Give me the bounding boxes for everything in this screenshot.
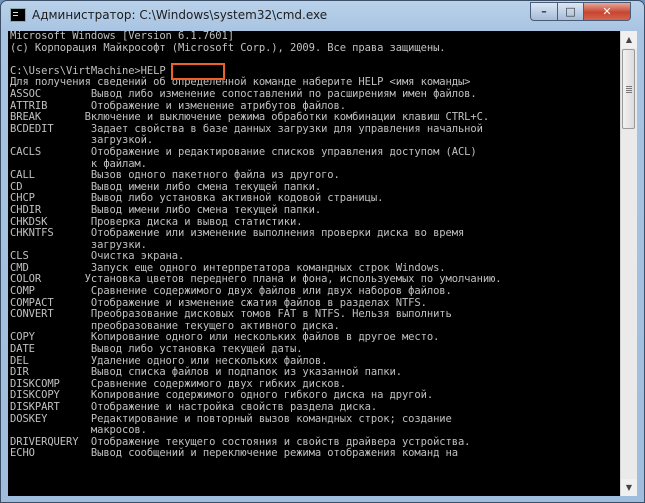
console-line: DISKPART Отображение и настройка свойств… [10,401,378,413]
scrollbar-thumb[interactable] [622,49,635,129]
console-line: CALL Вызов одного пакетного файла из дру… [10,169,340,182]
console-output[interactable]: Microsoft Windows [Version 6.1.7601] (c) … [8,31,620,496]
console-line: CHKNTFS Отображение или изменение выполн… [10,227,465,240]
help-command-highlight [171,63,225,80]
console-line: COMP Сравнение содержимого двух файлов и… [10,285,452,298]
console-line: ECHO Вывод сообщений и переключение режи… [10,447,458,460]
scroll-up-arrow-icon[interactable]: ▲ [621,31,637,48]
minimize-button[interactable]: – [530,2,558,21]
cmd-window: Администратор: C:\Windows\system32\cmd.e… [0,0,645,503]
console-line: CACLS Отображение и редактирование списк… [10,145,477,158]
cmd-app-icon[interactable] [10,8,26,22]
close-button[interactable]: ✕ [583,2,631,21]
console-line: CHDIR Вывод имени либо смена текущей пап… [10,203,322,216]
console-line: DATE Вывод либо установка текущей даты. [10,343,303,356]
console-line: BREAK Включение и выключение режима обра… [10,111,490,124]
console-line: Microsoft Windows [Version 6.1.7601] [10,31,234,42]
title-bar[interactable]: Администратор: C:\Windows\system32\cmd.e… [1,1,644,31]
console-lines: Microsoft Windows [Version 6.1.7601] (c) … [10,31,502,460]
console-line: ASSOC Вывод либо изменение сопоставлений… [10,87,477,100]
scroll-down-arrow-icon[interactable]: ▼ [621,479,637,496]
window-title: Администратор: C:\Windows\system32\cmd.e… [32,8,328,22]
console-line: (c) Корпорация Майкрософт (Microsoft Cor… [10,41,446,54]
maximize-button[interactable]: □ [557,2,584,21]
vertical-scrollbar[interactable]: ▲ ▼ [620,31,637,496]
grip-icon [626,86,632,87]
